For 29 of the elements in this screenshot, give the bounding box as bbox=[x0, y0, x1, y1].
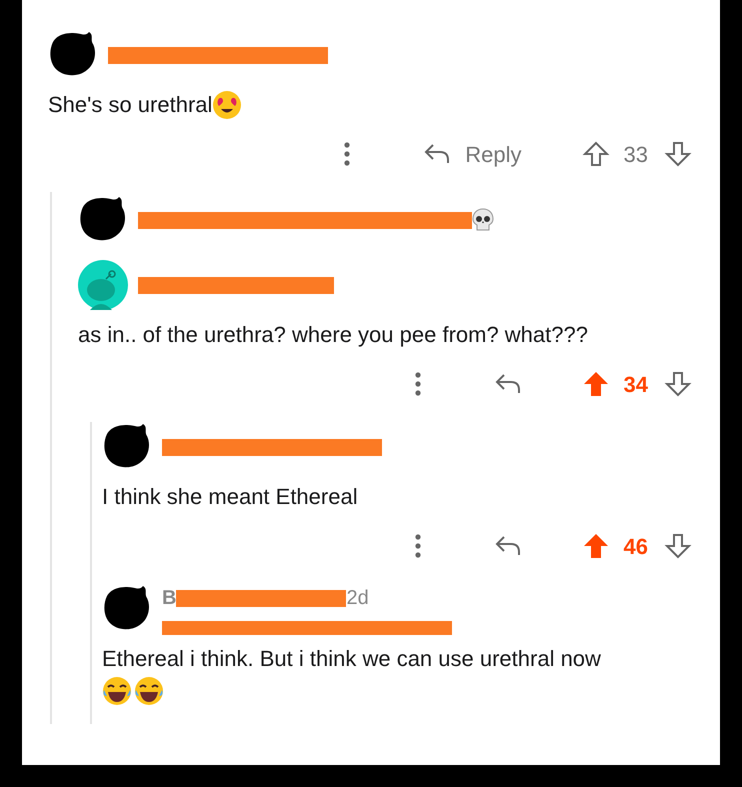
downvote-icon[interactable] bbox=[664, 140, 692, 168]
upvote-icon[interactable] bbox=[582, 532, 610, 560]
reply-button[interactable] bbox=[494, 534, 522, 558]
upvote-icon[interactable] bbox=[582, 140, 610, 168]
reply-arrow-icon bbox=[494, 372, 522, 396]
comment-text: She's so urethral bbox=[48, 91, 212, 119]
vote-count: 33 bbox=[624, 140, 648, 168]
reply-button[interactable] bbox=[494, 372, 522, 396]
comment-text: as in.. of the urethra? where you pee from? what??? bbox=[78, 321, 588, 349]
more-options-icon[interactable] bbox=[414, 371, 422, 397]
reply-arrow-icon bbox=[494, 534, 522, 558]
heart-eyes-emoji-icon bbox=[212, 90, 242, 120]
comment-text: I think she meant Ethereal bbox=[102, 483, 358, 511]
downvote-icon[interactable] bbox=[664, 370, 692, 398]
vote-count: 46 bbox=[624, 532, 648, 560]
username: B bbox=[162, 586, 176, 611]
skull-emoji-icon bbox=[472, 208, 494, 232]
comment-time: 2d bbox=[346, 586, 369, 611]
comment-text: Ethereal i think. But i think we can use urethral now bbox=[102, 645, 601, 673]
more-options-icon[interactable] bbox=[343, 141, 352, 167]
reply-arrow-icon bbox=[423, 142, 452, 166]
upvote-icon[interactable] bbox=[582, 370, 610, 398]
downvote-icon[interactable] bbox=[664, 532, 692, 560]
reply-button[interactable]: Reply bbox=[423, 138, 522, 170]
laughing-emoji-icon bbox=[102, 676, 132, 706]
laughing-emoji-icon bbox=[134, 676, 164, 706]
more-options-icon[interactable] bbox=[414, 533, 422, 559]
avatar-icon bbox=[78, 260, 128, 310]
vote-count: 34 bbox=[624, 370, 648, 398]
